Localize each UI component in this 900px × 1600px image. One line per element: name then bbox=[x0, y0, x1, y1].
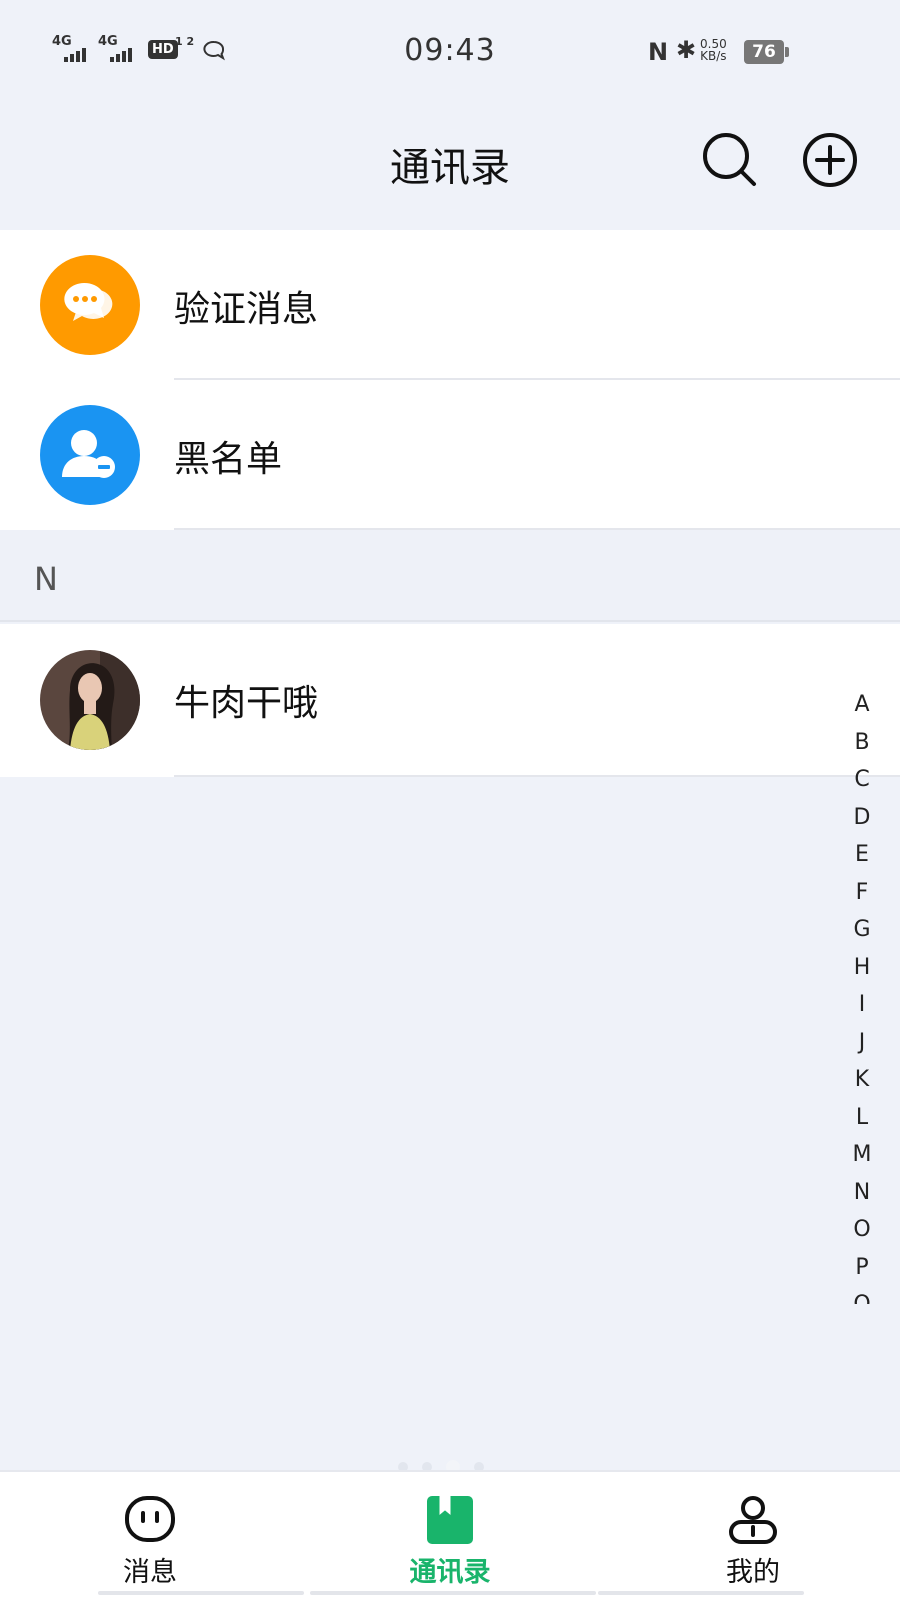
tab-messages[interactable]: 消息 bbox=[70, 1472, 230, 1600]
search-icon bbox=[703, 133, 756, 186]
index-letter-n[interactable]: N bbox=[838, 1174, 886, 1212]
chat-bubbles-icon bbox=[64, 282, 113, 321]
add-button[interactable] bbox=[800, 130, 860, 190]
index-letter-l[interactable]: L bbox=[838, 1099, 886, 1137]
index-letter-e[interactable]: E bbox=[838, 836, 886, 874]
contacts-book-icon bbox=[427, 1496, 473, 1544]
list-item-blacklist[interactable]: 黑名单 bbox=[0, 380, 900, 530]
add-circle-icon bbox=[803, 133, 857, 187]
gesture-bar bbox=[98, 1591, 304, 1595]
contact-photo bbox=[40, 650, 140, 750]
tab-contacts[interactable]: 通讯录 bbox=[370, 1472, 530, 1600]
index-letter-c[interactable]: C bbox=[838, 761, 886, 799]
index-letter-f[interactable]: F bbox=[838, 874, 886, 912]
search-button[interactable] bbox=[700, 130, 760, 190]
blacklist-label: 黑名单 bbox=[174, 439, 283, 480]
contact-row[interactable]: 牛肉干哦 bbox=[0, 624, 900, 777]
index-letter-k[interactable]: K bbox=[838, 1061, 886, 1099]
message-face-icon bbox=[125, 1496, 175, 1542]
profile-icon bbox=[729, 1496, 777, 1544]
index-letter-o[interactable]: O bbox=[838, 1211, 886, 1249]
divider bbox=[174, 775, 900, 777]
network-speed-unit: KB/s bbox=[700, 49, 727, 63]
blacklist-avatar bbox=[40, 405, 140, 505]
list-item-verify-messages[interactable]: 验证消息 bbox=[0, 230, 900, 380]
index-letter-p[interactable]: P bbox=[838, 1249, 886, 1287]
tab-messages-label: 消息 bbox=[123, 1557, 177, 1588]
gesture-bar bbox=[310, 1591, 596, 1595]
index-letter-a[interactable]: A bbox=[838, 686, 886, 724]
tab-me-label: 我的 bbox=[726, 1557, 780, 1588]
bluetooth-icon: ✱ bbox=[676, 36, 697, 64]
bottom-tab-bar: 消息 通讯录 我的 bbox=[0, 1470, 900, 1600]
section-header-n: N bbox=[0, 530, 900, 622]
index-letter-q[interactable]: Q bbox=[838, 1286, 886, 1304]
battery-indicator: 76 bbox=[744, 40, 789, 64]
contact-avatar bbox=[40, 650, 140, 750]
index-letter-j[interactable]: J bbox=[838, 1024, 886, 1062]
network-speed: 0.50 KB/s bbox=[700, 38, 727, 62]
user-remove-icon bbox=[62, 430, 115, 478]
alphabet-index[interactable]: ABCDEFGHIJKLMNOPQ bbox=[838, 686, 886, 1304]
index-letter-h[interactable]: H bbox=[838, 949, 886, 987]
verify-messages-label: 验证消息 bbox=[174, 289, 319, 330]
index-letter-d[interactable]: D bbox=[838, 799, 886, 837]
verify-messages-avatar bbox=[40, 255, 140, 355]
section-letter: N bbox=[34, 560, 58, 598]
index-letter-b[interactable]: B bbox=[838, 724, 886, 762]
tab-me[interactable]: 我的 bbox=[673, 1472, 833, 1600]
index-letter-g[interactable]: G bbox=[838, 911, 886, 949]
contact-name: 牛肉干哦 bbox=[174, 683, 319, 724]
index-letter-m[interactable]: M bbox=[838, 1136, 886, 1174]
index-letter-i[interactable]: I bbox=[838, 986, 886, 1024]
nfc-icon: N bbox=[648, 38, 669, 66]
gesture-bar bbox=[598, 1591, 804, 1595]
page-title: 通讯录 bbox=[390, 145, 510, 191]
tab-contacts-label: 通讯录 bbox=[409, 1557, 491, 1588]
status-bar: 4G 4G HD 1 2 09:43 N ✱ 0.50 KB/s 76 bbox=[0, 0, 900, 100]
